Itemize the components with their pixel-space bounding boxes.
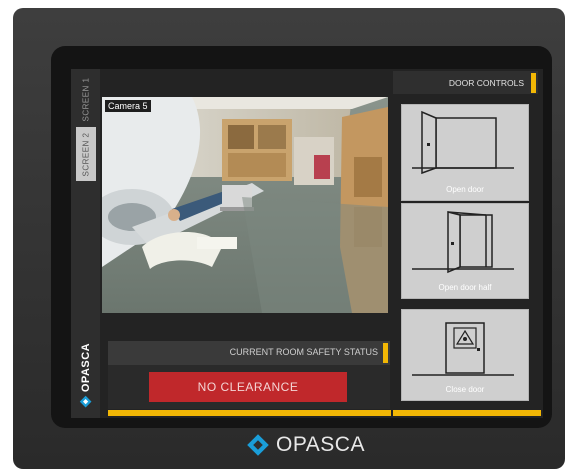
half-open-door-icon <box>412 211 514 274</box>
open-door-button[interactable]: Open door <box>401 104 529 201</box>
camera-feed[interactable]: Camera 5 <box>102 97 388 313</box>
screen-tab-rail: SCREEN 1 SCREEN 2 OPASCA <box>71 69 100 418</box>
brand-name-bottom: OPASCA <box>276 433 365 456</box>
tab-screen-1-label: SCREEN 1 <box>81 76 91 122</box>
camera-label: Camera 5 <box>105 100 151 112</box>
closed-door-radiation-icon <box>412 322 514 376</box>
door-controls-header: DOOR CONTROLS <box>393 71 538 94</box>
camera-scene-image <box>102 97 388 313</box>
accent-bar-left <box>108 410 420 416</box>
camera-panel: Camera 5 CURRENT ROOM SAFETY STATUS NO C… <box>100 69 420 418</box>
safety-status-accent <box>383 343 388 363</box>
open-door-icon <box>412 110 514 175</box>
clearance-status-badge: NO CLEARANCE <box>149 372 347 402</box>
touch-screen: SCREEN 1 SCREEN 2 OPASCA Camera 5 CURREN… <box>71 69 543 418</box>
open-door-half-label: Open door half <box>438 283 492 292</box>
opasca-logo-icon <box>247 434 269 456</box>
brand-logo-vertical: OPASCA <box>75 337 97 413</box>
brand-logo-bottom: OPASCA <box>246 433 365 457</box>
tab-screen-1[interactable]: SCREEN 1 <box>76 73 96 125</box>
open-door-label: Open door <box>446 185 484 194</box>
close-door-label: Close door <box>445 385 485 394</box>
safety-status-title: CURRENT ROOM SAFETY STATUS <box>229 347 378 357</box>
brand-name: OPASCA <box>80 342 92 392</box>
opasca-logo-icon <box>80 395 92 407</box>
open-door-half-button[interactable]: Open door half <box>401 203 529 299</box>
door-controls-accent <box>531 73 536 93</box>
tab-screen-2-label: SCREEN 2 <box>81 131 91 177</box>
door-controls-panel: DOOR CONTROLS Open door Open door half C… <box>391 69 543 418</box>
door-controls-title: DOOR CONTROLS <box>448 78 524 88</box>
tab-screen-2[interactable]: SCREEN 2 <box>76 127 96 181</box>
safety-status-header: CURRENT ROOM SAFETY STATUS <box>108 341 390 365</box>
close-door-button[interactable]: Close door <box>401 309 529 401</box>
accent-bar-right <box>393 410 541 416</box>
